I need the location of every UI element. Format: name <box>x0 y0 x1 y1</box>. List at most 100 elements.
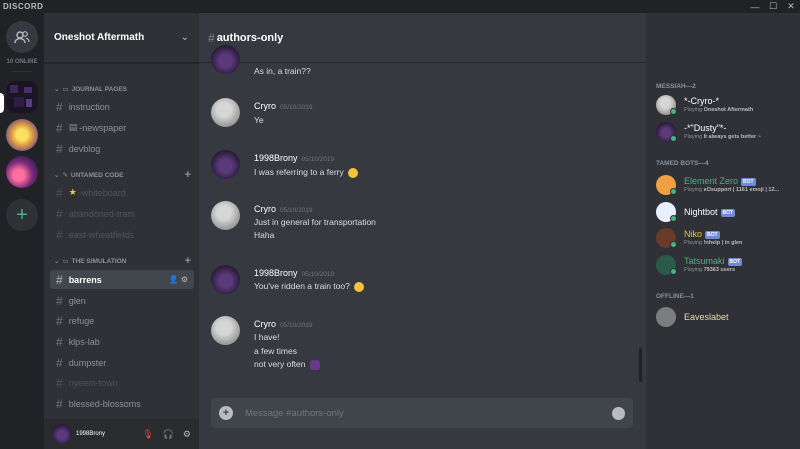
chevron-down-icon: ⌄ <box>54 258 60 265</box>
message-text: not very often <box>254 359 320 370</box>
message-text: I was referring to a ferry <box>254 167 358 178</box>
channel-nyeem-town[interactable]: # nyeem-town <box>50 373 194 392</box>
member-item[interactable]: -*"Dusty"*- Playing It always gets bette… <box>656 120 796 146</box>
add-channel-icon[interactable]: + <box>185 255 191 267</box>
add-channel-icon[interactable]: + <box>185 169 191 181</box>
channel-barrens[interactable]: # barrens 👤 ⚙ <box>50 270 194 289</box>
member-activity: Playing Oneshot Aftermath <box>684 107 754 113</box>
server-rail: 10 ONLINE + <box>0 13 44 449</box>
channel-east-wheatfields[interactable]: # east-wheatfields <box>50 225 194 244</box>
message-author[interactable]: Cryro <box>254 319 276 329</box>
online-count: 10 ONLINE <box>6 59 38 65</box>
gear-icon[interactable]: ⚙ <box>181 275 188 284</box>
guild-header[interactable]: Oneshot Aftermath ⌄ <box>44 13 199 63</box>
message: Cryro 05/10/2019 Ye <box>211 98 631 133</box>
channel-label: abandoned-tram <box>68 208 135 219</box>
selected-server-indicator <box>0 93 4 113</box>
channel-title: authors-only <box>216 31 284 44</box>
channel-abandoned-tram[interactable]: # abandoned-tram <box>50 204 194 223</box>
bot-tag: BOT <box>720 208 736 217</box>
invite-icon[interactable]: 👤 <box>169 275 179 284</box>
channel-label: klps-lab <box>68 336 100 347</box>
member-item[interactable]: Nightbot BOT <box>656 200 796 226</box>
message-author[interactable]: 1998Brony <box>254 268 298 278</box>
emoji-picker-icon[interactable] <box>612 406 625 420</box>
category-untamed-code[interactable]: ⌄ ✎ UNTAMED CODE + <box>54 169 191 181</box>
category-journal-pages[interactable]: ⌄ ▭ JOURNAL PAGES <box>54 83 191 95</box>
online-status-icon <box>670 108 677 115</box>
member-item[interactable]: Eaveslabet <box>656 305 796 331</box>
upload-plus-icon[interactable]: + <box>219 406 233 420</box>
app-brand: DISCORD <box>3 2 44 11</box>
avatar[interactable] <box>211 98 240 127</box>
member-item[interactable]: Element Zero BOT Playing eOsupport | 1161… <box>656 173 796 199</box>
channel-label: -newspaper <box>79 122 127 133</box>
channel-label: nyeem-town <box>68 377 118 388</box>
surprised-emoji-icon <box>353 281 364 292</box>
message-input[interactable] <box>245 407 612 419</box>
avatar[interactable] <box>211 201 240 230</box>
hash-icon: # <box>56 272 63 287</box>
add-server-button[interactable]: + <box>6 199 38 231</box>
avatar[interactable] <box>211 150 240 179</box>
headphones-icon[interactable]: 🎧 <box>163 429 174 440</box>
message-timestamp: 05/10/2019 <box>301 156 335 163</box>
hash-icon: # <box>56 375 63 390</box>
channel-instruction[interactable]: # instruction <box>50 97 194 116</box>
minimize-icon[interactable]: — <box>746 0 764 13</box>
microphone-muted-icon[interactable]: 🎙 <box>142 429 153 440</box>
server-icon-oneshot[interactable] <box>6 81 38 113</box>
member-item[interactable]: *-Cryro-* Playing Oneshot Aftermath <box>656 93 796 119</box>
online-status-icon <box>670 135 677 142</box>
friends-home-button[interactable] <box>6 21 38 53</box>
channel-dumpster[interactable]: # dumpster <box>50 353 194 372</box>
member-name: Tatsumaki BOT <box>684 256 743 266</box>
friends-icon <box>14 31 30 44</box>
channel-blessed-blossoms[interactable]: # blessed-blossoms <box>50 394 194 413</box>
maximize-icon[interactable]: ☐ <box>764 0 782 13</box>
user-panel: 1998Brony 🎙 🎧 ⚙ <box>44 419 199 449</box>
message: Cryro 05/10/2019 I have! a few times not … <box>211 316 631 376</box>
category-the-simulation[interactable]: ⌄ ▭ THE SIMULATION + <box>54 255 191 267</box>
hash-icon: # <box>56 206 63 221</box>
message-author[interactable]: Cryro <box>254 101 276 111</box>
channel-refuge[interactable]: # refuge <box>50 311 194 330</box>
message-timestamp: 05/10/2019 <box>301 271 335 278</box>
avatar[interactable] <box>211 316 240 345</box>
plus-icon: + <box>16 203 28 226</box>
channel-label: dumpster <box>68 357 107 368</box>
gear-icon[interactable]: ⚙ <box>183 429 191 440</box>
avatar[interactable] <box>52 424 72 444</box>
server-icon-2[interactable] <box>6 119 38 151</box>
avatar[interactable] <box>211 45 240 74</box>
member-name: Nightbot BOT <box>684 207 736 217</box>
hash-icon: # <box>56 227 63 242</box>
message-author[interactable]: Cryro <box>254 204 276 214</box>
chevron-down-icon[interactable]: ⌄ <box>181 32 189 43</box>
channel-klps-lab[interactable]: # klps-lab <box>50 332 194 351</box>
member-group-label: TAMED BOTS—4 <box>656 160 709 167</box>
chat-scrollbar[interactable] <box>639 348 642 382</box>
server-icon-3[interactable] <box>6 156 38 188</box>
member-name: Eaveslabet <box>684 312 729 322</box>
member-item[interactable]: Niko BOT Playing !nhelp | in glen <box>656 226 796 252</box>
hash-icon: # <box>208 30 215 45</box>
message-timestamp: 05/10/2019 <box>280 207 313 214</box>
message-text: Just in general for transportation <box>254 217 376 227</box>
online-status-icon <box>670 268 677 275</box>
channel-devblog[interactable]: # devblog <box>50 139 194 158</box>
member-name: Element Zero BOT <box>684 176 756 186</box>
member-name: *-Cryro-* <box>684 96 719 106</box>
channel-glen[interactable]: # glen <box>50 291 194 310</box>
avatar[interactable] <box>211 265 240 294</box>
member-activity: Playing It always gets better ~ <box>684 134 761 140</box>
hash-icon: # <box>56 120 63 135</box>
message-author[interactable]: 1998Brony <box>254 153 298 163</box>
member-item[interactable]: Tatsumaki BOT Playing 79363 users <box>656 253 796 279</box>
avatar <box>656 307 676 327</box>
hash-icon: # <box>56 396 63 411</box>
channel-whiteboard[interactable]: # ★ -whiteboard <box>50 183 194 202</box>
member-name: -*"Dusty"*- <box>684 123 727 133</box>
channel-newspaper[interactable]: # ▤ -newspaper <box>50 118 194 137</box>
close-icon[interactable]: ✕ <box>782 0 800 13</box>
